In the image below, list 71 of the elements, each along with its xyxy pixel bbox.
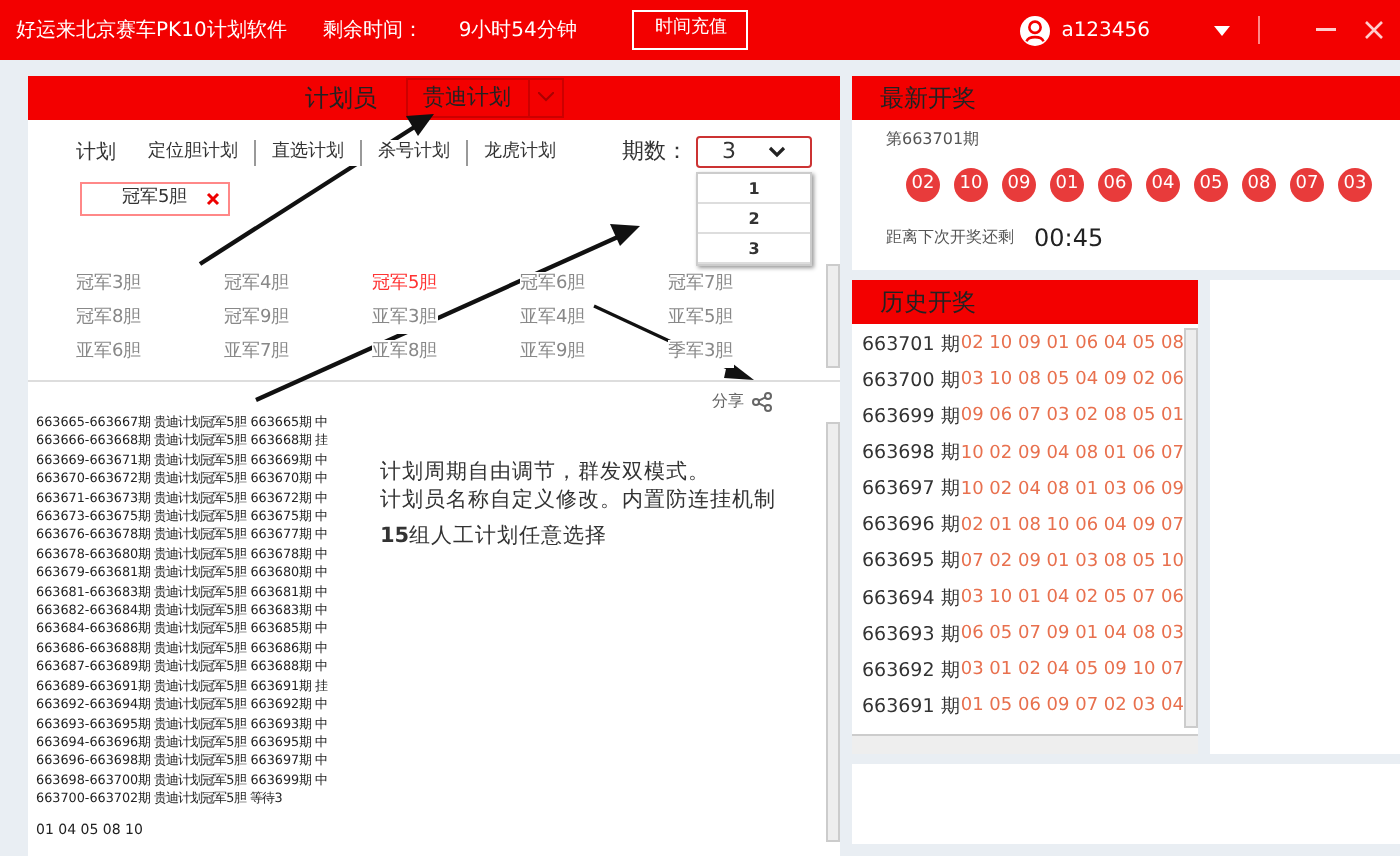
group-option[interactable]: 亚军3胆 [372,306,438,334]
number-ball: 09 [1002,168,1036,202]
numbers-cell-text: 03 10 08 05 04 09 02 06 [960,368,1184,395]
planner-label: 计划员 [305,82,377,116]
period-cell-text: 663696 期 [862,512,961,541]
periods-select[interactable]: 3 [696,136,812,169]
number-ball: 08 [1242,168,1276,202]
dropdown-option[interactable]: 3 [698,234,810,264]
numbers-cell-text: 02 01 08 10 06 04 09 07 [960,513,1184,540]
dropdown-option[interactable]: 1 [698,174,810,204]
note-text: 计划周期自由调节，群发双模式。 [380,458,712,486]
number-ball: 05 [1194,168,1228,202]
note-text: 计划员名称自定义修改。内置防连挂机制 [380,486,776,514]
share-icon[interactable] [752,392,772,412]
numbers-cell-text: 02 10 09 01 06 04 05 08 [960,332,1184,359]
horizontal-scrollbar[interactable] [852,734,1198,754]
period-cell-text: 663691 期 [862,693,961,722]
numbers-cell-text: 10 02 04 08 01 03 06 09 [960,477,1184,504]
chevron-icon [537,92,553,103]
numbers-cell-text: 01 05 06 09 07 02 03 04 [960,694,1184,721]
period-label: 第663701期 [884,128,982,152]
dropdown-option[interactable]: 2 [698,204,810,234]
recharge-button[interactable]: 时间充值 [632,10,749,50]
number-ball: 01 [1050,168,1084,202]
period-cell: 663698 期 [862,440,961,469]
planner-select[interactable]: 贵迪计划 [405,77,563,119]
app-title: 好运来北京赛车PK10计划软件 [16,17,287,45]
numbers-cell-text: 10 02 09 04 08 01 06 07 [960,441,1184,468]
numbers-cell-text: 06 05 07 09 01 04 08 03 [960,622,1184,649]
caret-icon[interactable] [1214,25,1230,35]
scrollbar[interactable] [826,264,840,368]
numbers-cell-text: 07 02 09 01 03 08 05 10 [960,549,1184,576]
period-cell: 663700 期 [862,368,961,397]
panel-title: 最新开奖 [880,82,976,116]
share-label[interactable]: 分享 [712,390,744,414]
number-ball: 10 [954,168,988,202]
number-ball: 07 [1290,168,1324,202]
countdown-label: 距离下次开奖还剩 [886,226,1014,250]
period-cell-text: 663695 期 [862,548,961,577]
close-icon[interactable] [1364,20,1384,40]
group-option[interactable]: 季军3胆 [668,340,734,368]
period-cell-text: 663697 期 [862,476,961,505]
chevron-icon [768,146,786,159]
numbers-cell-text: 03 10 01 04 02 05 07 06 [960,585,1184,612]
numbers-cell-text: 09 06 07 03 02 08 05 01 [960,404,1184,431]
select-value: 3 [722,136,736,168]
number-ball: 04 [1146,168,1180,202]
period-cell-text: 663701 期 [862,331,961,360]
periods-label: 期数： [622,136,688,168]
number-ball: 03 [1338,168,1372,202]
scrollbar[interactable] [1184,328,1198,728]
username[interactable]: a123456 [1061,15,1150,45]
plan-label: 计划 [76,139,116,168]
remove-icon[interactable] [206,191,220,206]
countdown: 00:45 [1034,222,1104,256]
period-cell: 663694 期 [862,585,961,614]
numbers-cell-text: 03 01 02 04 05 09 10 07 [960,658,1184,685]
period-cell: 663693 期 [862,621,961,650]
plan-tab[interactable]: 杀号计划 [362,139,468,166]
tag-label: 冠军5胆 [122,185,188,211]
panel-title: 历史开奖 [880,286,976,320]
number-ball: 06 [1098,168,1132,202]
remaining-time: 9小时54分钟 [458,17,577,45]
note-text: 15组人工计划任意选择 [380,522,610,550]
period-cell-text: 663692 期 [862,657,961,686]
period-cell: 663699 期 [862,404,961,433]
scrollbar[interactable] [826,422,840,842]
user-avatar-icon[interactable] [1019,15,1050,45]
remaining-label: 剩余时间： [322,17,423,45]
minimize-icon[interactable] [1316,28,1336,32]
number-ball: 02 [906,168,940,202]
